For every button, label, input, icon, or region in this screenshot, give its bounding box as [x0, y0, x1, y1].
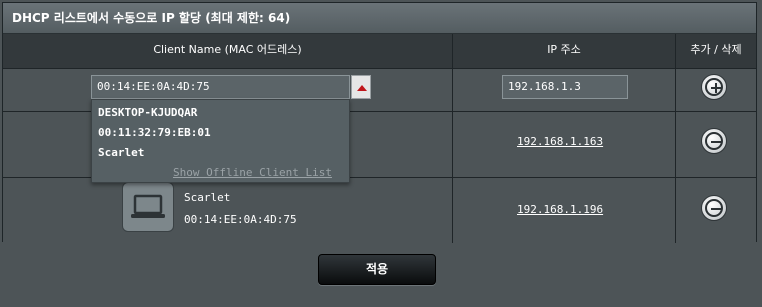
delete-entry-button[interactable]	[701, 128, 727, 154]
column-divider	[675, 34, 676, 243]
delete-entry-button[interactable]	[701, 195, 727, 221]
table-row	[3, 178, 756, 243]
minus-circle-icon	[705, 132, 723, 150]
laptop-icon	[131, 194, 165, 218]
mac-address-input[interactable]: 00:14:EE:0A:4D:75	[91, 75, 350, 99]
client-name: Scarlet	[184, 191, 231, 204]
table-header: Client Name (MAC 어드레스) IP 주소 추가 / 삭제	[3, 34, 756, 69]
dropdown-option-scarlet[interactable]: Scarlet	[98, 146, 144, 159]
minus-circle-icon	[705, 199, 723, 217]
triangle-up-icon	[357, 85, 367, 91]
client-mac: 00:14:EE:0A:4D:75	[184, 213, 297, 226]
dropdown-option-desktop[interactable]: DESKTOP-KJUDQAR	[98, 106, 197, 119]
ip-link[interactable]: 192.168.1.196	[517, 203, 603, 216]
show-offline-client-list-link[interactable]: Show Offline Client List	[173, 166, 332, 179]
plus-circle-icon	[705, 78, 723, 96]
client-dropdown-list: DESKTOP-KJUDQAR 00:11:32:79:EB:01 Scarle…	[91, 99, 350, 183]
apply-button[interactable]: 적용	[318, 254, 436, 285]
panel-title: DHCP 리스트에서 수동으로 IP 할당 (최대 제한: 64)	[3, 3, 756, 34]
column-header-ip: IP 주소	[547, 43, 581, 56]
laptop-device-tile	[122, 182, 174, 232]
add-entry-button[interactable]	[701, 74, 727, 100]
ip-link[interactable]: 192.168.1.163	[517, 135, 603, 148]
ip-address-input[interactable]: 192.168.1.3	[502, 75, 628, 99]
dropdown-option-mac[interactable]: 00:11:32:79:EB:01	[98, 126, 211, 139]
client-list-dropdown-button[interactable]	[351, 75, 371, 99]
column-divider	[452, 34, 453, 243]
column-header-client: Client Name (MAC 어드레스)	[153, 43, 302, 56]
column-header-action: 추가 / 삭제	[690, 43, 742, 56]
